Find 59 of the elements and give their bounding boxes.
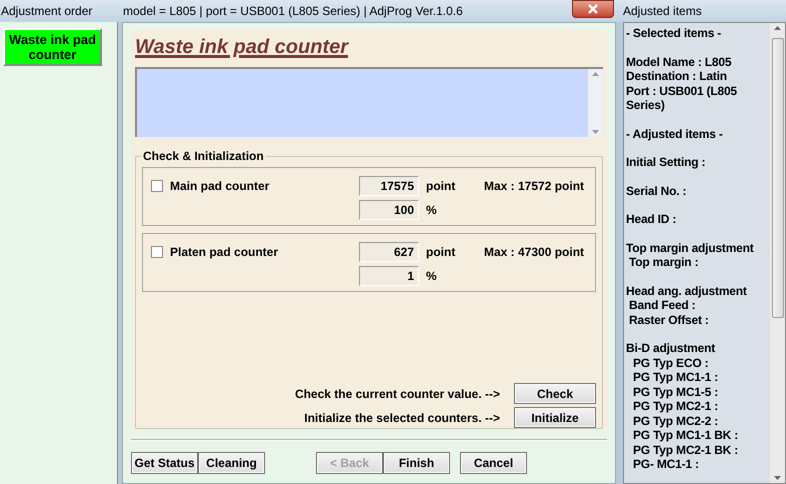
- info-line: Top margin :: [628, 255, 700, 270]
- scroll-up-icon: [592, 72, 599, 76]
- info-line: PG Typ MC2-1 BK :: [632, 442, 740, 457]
- info-line: - Selected items -: [626, 26, 722, 40]
- info-line: Raster Offset :: [628, 312, 710, 327]
- panel-title: Adjustment order: [0, 0, 118, 22]
- counter-label: Platen pad counter: [170, 244, 278, 261]
- group-title: Check & Initialization: [141, 149, 266, 163]
- panel-title: Adjusted items: [620, 0, 786, 22]
- max-label: Max : 47300 point: [484, 244, 586, 261]
- close-button[interactable]: [572, 0, 614, 18]
- info-line: Head ang. adjustment: [626, 284, 748, 298]
- dialog-button[interactable]: Cancel: [460, 452, 527, 474]
- value-field: 17575: [359, 176, 419, 196]
- info-line: - Adjusted items -: [626, 126, 724, 141]
- info-line: Port : USB001 (L805 Series): [626, 84, 738, 112]
- scroll-up-icon: [774, 26, 781, 30]
- info-line: Head ID :: [626, 212, 678, 226]
- unit-label: point: [425, 178, 456, 195]
- info-line: PG- MC1-1 :: [632, 457, 700, 472]
- scrollbar[interactable]: [770, 23, 785, 483]
- action-hint: Initialize the selected counters. -->: [304, 410, 500, 426]
- action-button[interactable]: Check: [514, 383, 596, 404]
- info-line: Top margin adjustment: [626, 240, 755, 255]
- dialog-button[interactable]: Get Status: [131, 452, 198, 474]
- action-button[interactable]: Initialize: [514, 407, 596, 428]
- info-line: PG Typ MC2-1 :: [632, 399, 719, 414]
- dialog-button[interactable]: Cleaning: [198, 452, 265, 474]
- max-label: Max : 17572 point: [484, 178, 586, 195]
- scroll-down-icon: [592, 130, 599, 134]
- info-line: PG Typ MC1-1 :: [632, 370, 719, 384]
- info-line: Serial No. :: [626, 184, 688, 198]
- info-line: PG Typ MC2-2 :: [632, 414, 719, 428]
- menu-item[interactable]: Waste ink pad counter: [3, 28, 102, 66]
- scroll-down-icon: [774, 476, 781, 480]
- unit-label: %: [425, 268, 438, 285]
- info-line: Bi-D adjustment: [626, 341, 716, 356]
- checkbox[interactable]: [151, 180, 163, 192]
- close-icon: [588, 4, 598, 14]
- action-hint: Check the current counter value. -->: [294, 386, 500, 402]
- info-line: Destination : Latin: [626, 69, 728, 84]
- scrollbar[interactable]: [588, 69, 603, 137]
- unit-label: %: [425, 202, 438, 219]
- dialog-button[interactable]: Finish: [383, 452, 450, 474]
- window-title: model = L805 | port = USB001 (L805 Series) | AdjProg Ver.1.0.6: [123, 3, 463, 20]
- checkbox[interactable]: [151, 246, 163, 258]
- info-line: PG Typ MC1-5 :: [632, 384, 719, 399]
- scrollbar-thumb[interactable]: [772, 38, 784, 318]
- info-line: Initial Setting :: [626, 155, 706, 170]
- info-line: PG Typ ECO :: [632, 356, 710, 370]
- info-line: Band Feed :: [628, 298, 696, 312]
- value-field: 627: [359, 242, 419, 262]
- percent-field: 100: [359, 200, 419, 220]
- page-heading: Waste ink pad counter: [135, 36, 348, 58]
- info-line: Model Name : L805: [626, 54, 732, 69]
- info-line: PG Typ MC1-1 BK :: [632, 428, 740, 442]
- unit-label: point: [425, 244, 456, 261]
- percent-field: 1: [359, 266, 419, 286]
- counter-label: Main pad counter: [170, 178, 270, 195]
